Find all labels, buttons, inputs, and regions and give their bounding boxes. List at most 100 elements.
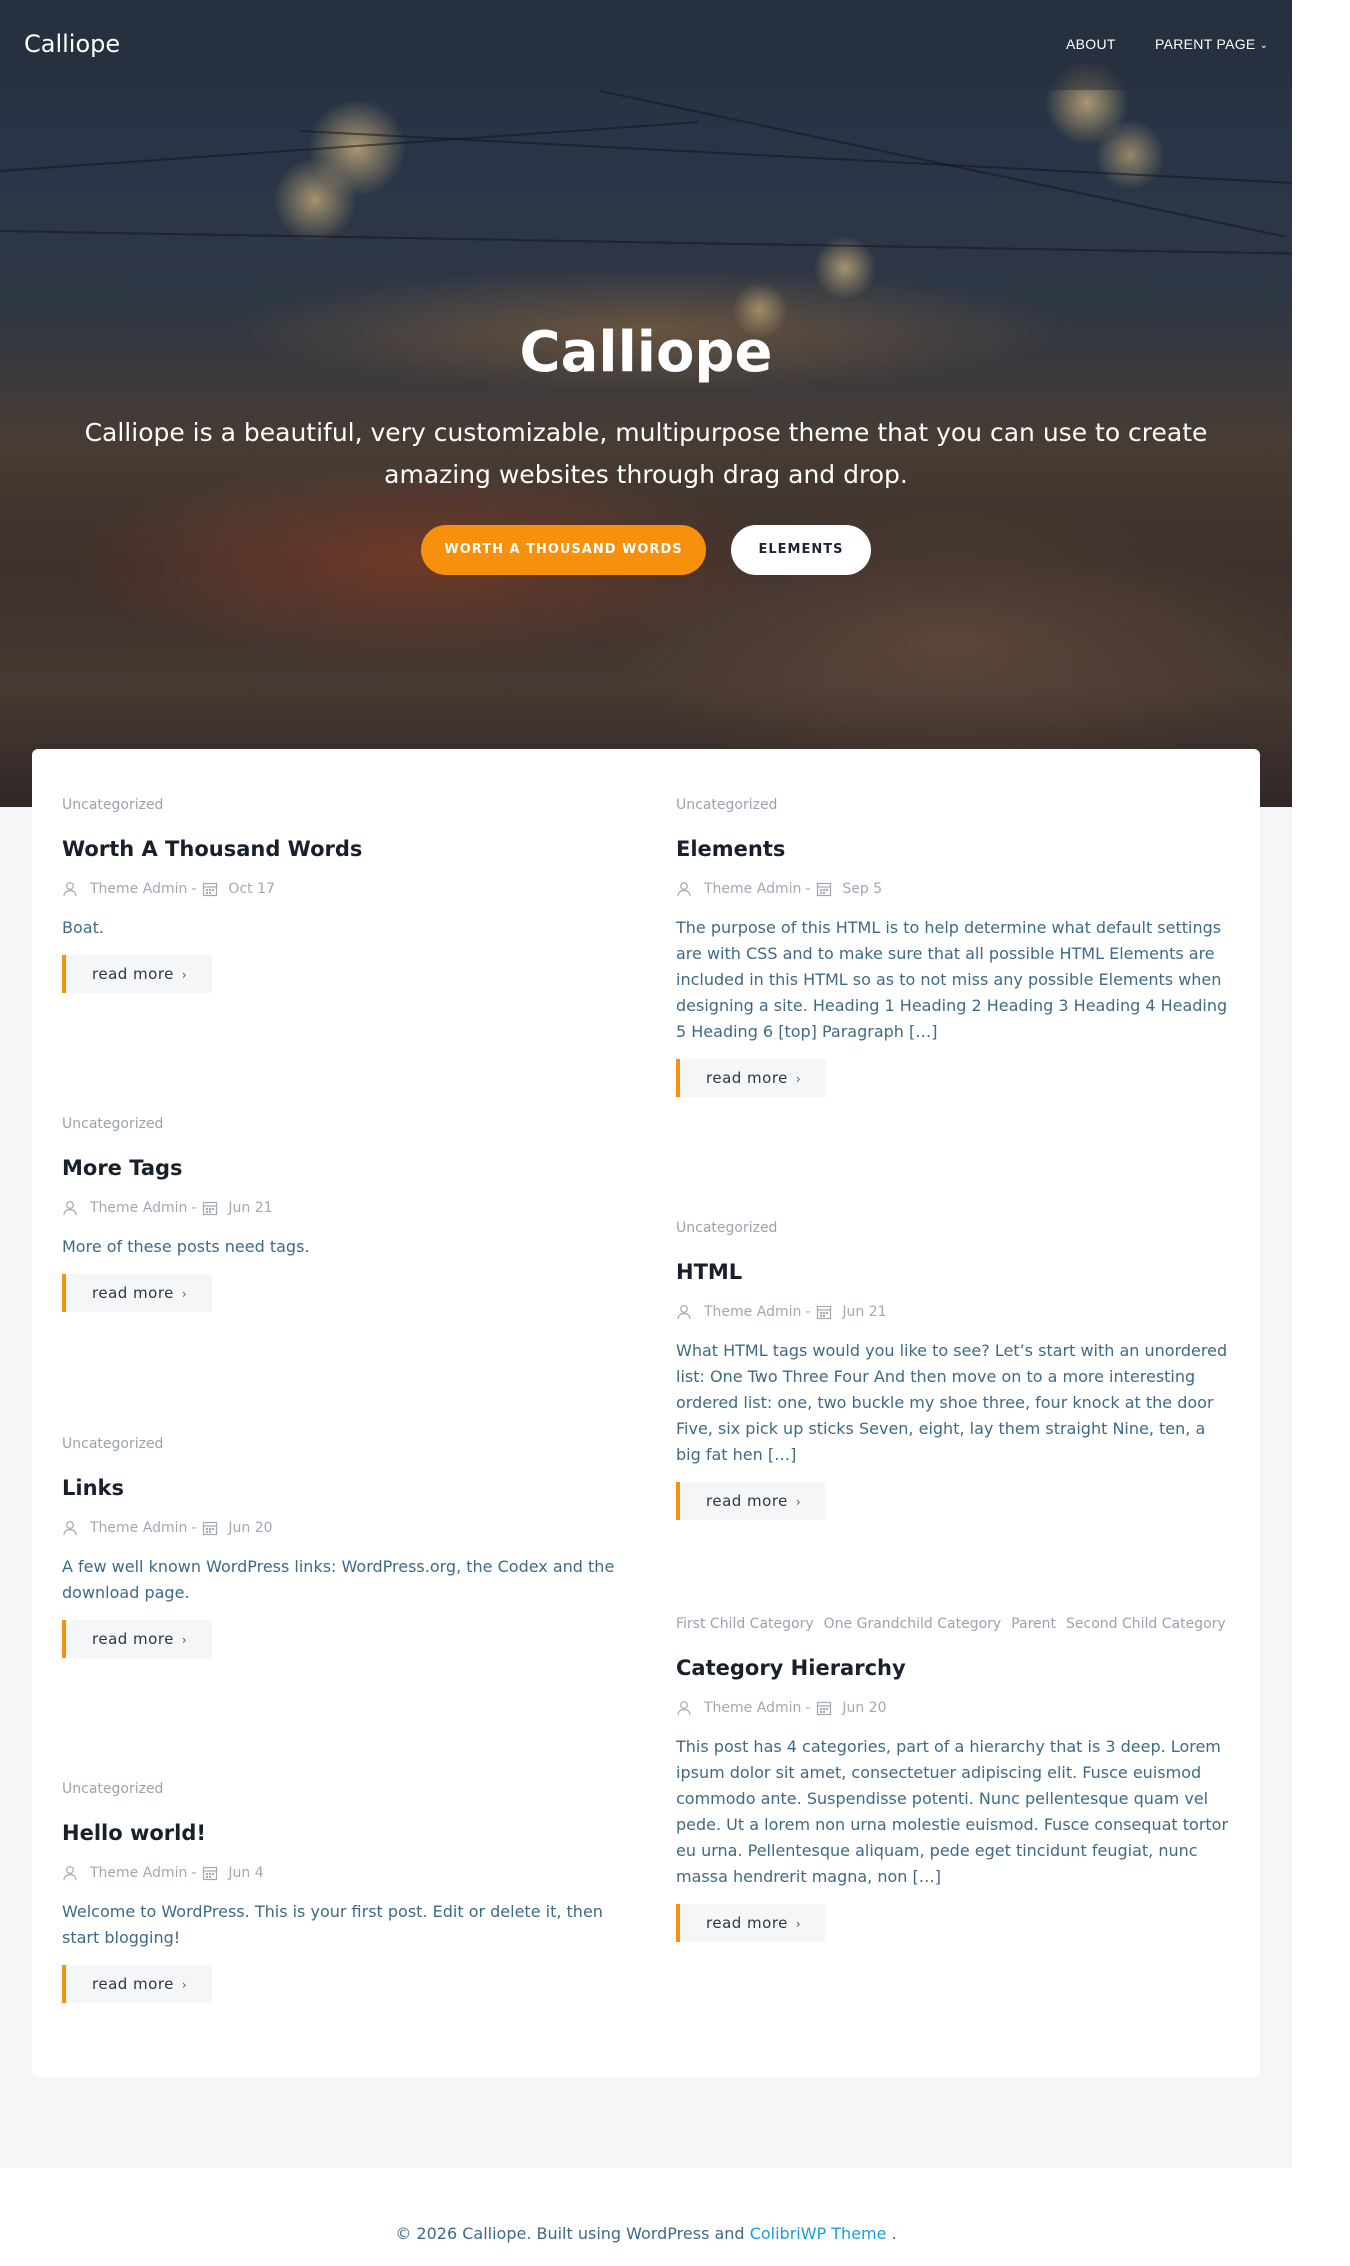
post-excerpt: Welcome to WordPress. This is your first… <box>62 1902 603 1947</box>
hero-section: Calliope ABOUT PARENT PAGE ⌄ Calliope Cal… <box>0 0 1292 807</box>
category-link[interactable]: Parent <box>1011 1616 1056 1632</box>
user-icon <box>677 1701 691 1716</box>
post-date[interactable]: Jun 21 <box>228 1200 272 1216</box>
post-date[interactable]: Jun 21 <box>842 1304 886 1320</box>
chevron-right-icon: › <box>181 1978 188 1992</box>
chevron-right-icon: › <box>795 1495 802 1509</box>
post-excerpt: Boat. <box>62 918 104 937</box>
user-icon <box>677 1305 691 1320</box>
post-excerpt: More of these posts need tags. <box>62 1237 310 1256</box>
category-link[interactable]: First Child Category <box>676 1616 814 1632</box>
user-icon <box>63 1521 77 1536</box>
read-more-button[interactable]: read more › <box>62 1965 212 2003</box>
meta-separator: - <box>191 881 197 897</box>
site-footer: © 2026 Calliope. Built using WordPress a… <box>0 2224 1292 2243</box>
post-title[interactable]: Links <box>62 1476 617 1506</box>
post-author[interactable]: Theme Admin <box>90 1520 187 1536</box>
post-author[interactable]: Theme Admin <box>90 1865 187 1881</box>
category-link[interactable]: Uncategorized <box>676 1220 777 1236</box>
post-item: Uncategorized Links Theme Admin - Jun 20 … <box>62 1436 617 1658</box>
read-more-button[interactable]: read more › <box>676 1904 826 1942</box>
read-more-button[interactable]: read more › <box>62 955 212 993</box>
post-date[interactable]: Sep 5 <box>842 881 882 897</box>
post-categories: Uncategorized <box>62 1781 617 1801</box>
read-more-label: read more <box>92 1630 174 1648</box>
user-icon <box>63 882 77 897</box>
chevron-right-icon: › <box>181 1287 188 1301</box>
read-more-label: read more <box>706 1069 788 1087</box>
post-item: Uncategorized Elements Theme Admin - Sep … <box>676 797 1231 1097</box>
post-meta: Theme Admin - Jun 20 <box>676 1698 1231 1718</box>
post-author[interactable]: Theme Admin <box>90 1200 187 1216</box>
post-date[interactable]: Jun 20 <box>842 1700 886 1716</box>
top-navbar: Calliope ABOUT PARENT PAGE ⌄ <box>0 0 1292 90</box>
meta-separator: - <box>805 881 811 897</box>
post-categories: Uncategorized <box>676 1220 1231 1240</box>
posts-card: Uncategorized Worth A Thousand Words The… <box>32 749 1260 2077</box>
footer-copyright: © 2026 Calliope. Built using WordPress a… <box>395 2224 745 2243</box>
read-more-button[interactable]: read more › <box>62 1620 212 1658</box>
category-link[interactable]: Uncategorized <box>62 797 163 813</box>
post-author[interactable]: Theme Admin <box>704 881 801 897</box>
category-link[interactable]: One Grandchild Category <box>824 1616 1002 1632</box>
post-item: Uncategorized Worth A Thousand Words The… <box>62 797 617 993</box>
post-item: First Child Category One Grandchild Categ… <box>676 1616 1231 1942</box>
read-more-button[interactable]: read more › <box>676 1059 826 1097</box>
nav-item-about[interactable]: ABOUT <box>1066 36 1116 52</box>
calendar-icon <box>203 1521 218 1536</box>
post-item: Uncategorized Hello world! Theme Admin - … <box>62 1781 617 2003</box>
elements-button[interactable]: ELEMENTS <box>731 525 871 575</box>
meta-separator: - <box>191 1865 197 1881</box>
category-link[interactable]: Uncategorized <box>62 1436 163 1452</box>
read-more-button[interactable]: read more › <box>676 1482 826 1520</box>
category-link[interactable]: Second Child Category <box>1066 1616 1226 1632</box>
calendar-icon <box>203 882 218 897</box>
post-date[interactable]: Jun 20 <box>228 1520 272 1536</box>
footer-suffix: . <box>891 2224 897 2243</box>
post-author[interactable]: Theme Admin <box>90 881 187 897</box>
post-categories: Uncategorized <box>62 1116 617 1136</box>
post-date[interactable]: Jun 4 <box>228 1865 263 1881</box>
worth-a-thousand-words-button[interactable]: WORTH A THOUSAND WORDS <box>421 525 706 575</box>
hero-decor-line <box>0 230 1292 255</box>
site-logo[interactable]: Calliope <box>24 30 120 58</box>
post-title[interactable]: Elements <box>676 837 1231 867</box>
post-excerpt: This post has 4 categories, part of a hi… <box>676 1737 1229 1886</box>
post-title[interactable]: Worth A Thousand Words <box>62 837 617 867</box>
post-title[interactable]: HTML <box>676 1260 1231 1290</box>
calendar-icon <box>817 1701 832 1716</box>
read-more-label: read more <box>706 1914 788 1932</box>
hero-subtitle: Calliope is a beautiful, very customizab… <box>84 418 1208 489</box>
post-title[interactable]: Hello world! <box>62 1821 617 1851</box>
chevron-right-icon: › <box>181 1633 188 1647</box>
calendar-icon <box>817 882 832 897</box>
post-title[interactable]: More Tags <box>62 1156 617 1186</box>
post-excerpt: A few well known WordPress links: WordPr… <box>62 1557 615 1602</box>
post-categories: First Child Category One Grandchild Categ… <box>676 1616 1231 1636</box>
chevron-right-icon: › <box>795 1072 802 1086</box>
post-categories: Uncategorized <box>676 797 1231 817</box>
post-author[interactable]: Theme Admin <box>704 1304 801 1320</box>
user-icon <box>63 1866 77 1881</box>
read-more-label: read more <box>92 1975 174 1993</box>
post-meta: Theme Admin - Jun 21 <box>676 1302 1231 1322</box>
post-categories: Uncategorized <box>62 797 617 817</box>
colibriwp-theme-link[interactable]: ColibriWP Theme <box>750 2224 887 2243</box>
post-author[interactable]: Theme Admin <box>704 1700 801 1716</box>
meta-separator: - <box>191 1520 197 1536</box>
post-title[interactable]: Category Hierarchy <box>676 1656 1231 1686</box>
read-more-button[interactable]: read more › <box>62 1274 212 1312</box>
category-link[interactable]: Uncategorized <box>62 1116 163 1132</box>
chevron-down-icon: ⌄ <box>1259 40 1269 51</box>
post-date[interactable]: Oct 17 <box>228 881 274 897</box>
calendar-icon <box>817 1305 832 1320</box>
meta-separator: - <box>191 1200 197 1216</box>
category-link[interactable]: Uncategorized <box>676 797 777 813</box>
post-excerpt: What HTML tags would you like to see? Le… <box>676 1341 1228 1464</box>
hero-decor-line <box>599 90 1285 238</box>
chevron-right-icon: › <box>795 1917 802 1931</box>
read-more-label: read more <box>92 1284 174 1302</box>
category-link[interactable]: Uncategorized <box>62 1781 163 1797</box>
post-categories: Uncategorized <box>62 1436 617 1456</box>
nav-item-parent-page[interactable]: PARENT PAGE ⌄ <box>1155 36 1268 52</box>
